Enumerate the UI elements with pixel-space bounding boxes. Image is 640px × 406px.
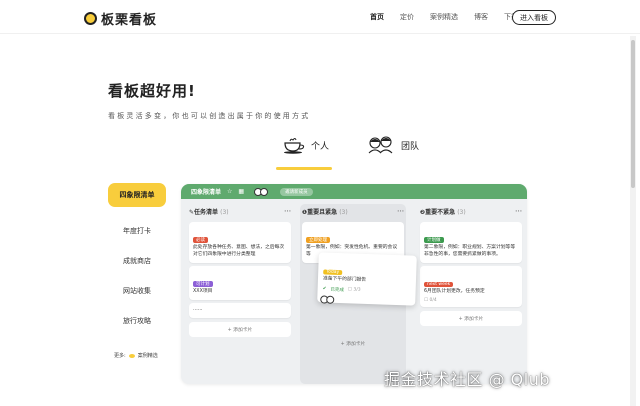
tab-team-label: 团队 <box>401 141 420 152</box>
check-circle-icon: ✔ <box>322 286 327 293</box>
hero-title: 看板超好用! <box>108 82 196 100</box>
column-task-list: ✎任务清单 (3) ··· 必读 此处存放各种任务、意图、想法，之后每次对它们四… <box>187 204 293 384</box>
card[interactable]: 必读 此处存放各种任务、意图、想法，之后每次对它们四象限中进行分类整理 <box>189 222 291 263</box>
column-count: (3) <box>220 209 229 216</box>
chestnut-logo-icon <box>84 12 97 25</box>
enter-board-button[interactable]: 进入看板 <box>512 10 556 25</box>
nav-link-home[interactable]: 首页 <box>370 12 384 22</box>
top-nav: 板栗看板 首页 定价 案例精选 博客 下载 进入看板 <box>0 0 640 34</box>
member-avatars <box>254 187 269 196</box>
side-item-achievement-shop[interactable]: 成就商店 <box>108 248 166 274</box>
card[interactable]: 可计划 XXX项目 <box>189 265 291 300</box>
add-card-button[interactable]: + 添加卡片 <box>420 310 522 326</box>
card-meta: ✔ 已完成 ☐ 3/3 <box>323 286 411 295</box>
avatar <box>260 187 269 196</box>
case-side-menu: 四象限清单 年度打卡 成就商店 网站收集 旅行攻略 <box>108 183 166 338</box>
active-tab-indicator <box>276 167 332 170</box>
add-card-button[interactable]: + 添加卡片 <box>302 336 404 351</box>
chestnut-icon <box>128 353 135 358</box>
board-name: 四象限清单 <box>191 189 222 196</box>
card-text: 准备下午的部门报告 <box>322 276 367 283</box>
more-icon[interactable]: ··· <box>284 208 291 215</box>
nav-link-cases[interactable]: 案例精选 <box>430 12 458 22</box>
column-title: ✎任务清单 (3) ··· <box>187 204 293 219</box>
more-cases: 更多: 案例精选 <box>114 352 158 359</box>
dragging-card[interactable]: Today 准备下午的部门报告 ✔ 已完成 ☐ 3/3 <box>317 252 417 306</box>
more-label: 更多: <box>114 353 126 359</box>
side-item-travel-guide[interactable]: 旅行攻略 <box>108 308 166 334</box>
column-name: ✎任务清单 <box>189 209 219 216</box>
card-tag: 可计划 <box>193 280 213 287</box>
card[interactable]: next week 6月团队计划更改，任务预定 ☐ 0/4 <box>420 265 522 307</box>
column-title: ❷重要不紧急 (3) ··· <box>418 204 524 219</box>
team-icon <box>368 136 393 154</box>
grid-icon[interactable]: ▦ <box>238 188 244 195</box>
logo-text: 板栗看板 <box>101 13 158 28</box>
board-header: 四象限清单 ☆ ▦ 邀请新成员 <box>181 184 527 199</box>
nav-link-blog[interactable]: 博客 <box>474 12 488 22</box>
card-tag: 立即处理 <box>306 237 330 243</box>
column-count: (3) <box>339 209 348 216</box>
card-text: XXX项目 <box>193 288 213 294</box>
nav-links: 首页 定价 案例精选 博客 下载 <box>370 12 534 22</box>
side-item-yearly-checkin[interactable]: 年度打卡 <box>108 218 166 244</box>
nav-link-pricing[interactable]: 定价 <box>400 12 414 22</box>
tab-personal[interactable]: 个人 <box>282 136 329 154</box>
landing-page: 板栗看板 首页 定价 案例精选 博客 下载 进入看板 看板超好用! 看板灵活多变… <box>0 0 640 406</box>
card[interactable]: …… <box>189 302 291 318</box>
column-name: ❶重要且紧急 <box>302 209 338 216</box>
tab-personal-label: 个人 <box>311 141 330 152</box>
card[interactable]: 计划做 第二象限，例如：职业规划、方案计划等等非急性的事，您需要抓紧做的事项。 <box>420 222 522 263</box>
card-tag: 必读 <box>193 237 208 243</box>
card-text: 此处存放各种任务、意图、想法，之后每次对它们四象限中进行分类整理 <box>193 245 285 257</box>
card-text: 第二象限，例如：职业规划、方案计划等等非急性的事，您需要抓紧做的事项。 <box>424 245 516 257</box>
side-item-quadrant[interactable]: 四象限清单 <box>108 183 166 207</box>
more-icon[interactable]: ··· <box>397 208 404 215</box>
hero-subtitle: 看板灵活多变，你也可以创造出属于你的使用方式 <box>108 112 311 120</box>
column-important-not-urgent: ❷重要不紧急 (3) ··· 计划做 第二象限，例如：职业规划、方案计划等等非急… <box>418 204 524 384</box>
card-text: 6月团队计划更改，任务预定 <box>424 288 485 294</box>
checklist-progress: ☐ 3/3 <box>347 287 361 294</box>
more-icon[interactable]: ··· <box>515 208 522 215</box>
invite-members-button[interactable]: 邀请新成员 <box>280 187 313 196</box>
card-tag: next week <box>424 281 454 287</box>
status-text: 已完成 <box>330 287 344 294</box>
column-title: ❶重要且紧急 (3) ··· <box>300 204 406 219</box>
watermark: 掘金技术社区 @ Qlub <box>384 370 551 389</box>
teacup-icon <box>284 138 305 154</box>
more-cases-link[interactable]: 案例精选 <box>138 352 158 359</box>
side-item-website-collection[interactable]: 网站收集 <box>108 278 166 304</box>
checklist-progress: ☐ 0/4 <box>424 297 437 303</box>
card-tag: Today <box>323 269 343 276</box>
add-card-button[interactable]: + 添加卡片 <box>189 321 291 337</box>
card-text: …… <box>193 306 203 312</box>
scrollbar-thumb[interactable] <box>631 40 635 188</box>
logo[interactable]: 板栗看板 <box>84 9 157 28</box>
avatar <box>326 295 335 304</box>
column-count: (3) <box>457 209 466 216</box>
card-tag: 计划做 <box>424 237 444 243</box>
star-icon[interactable]: ☆ <box>227 188 232 195</box>
column-name: ❷重要不紧急 <box>420 209 456 216</box>
tab-team[interactable]: 团队 <box>366 136 419 154</box>
